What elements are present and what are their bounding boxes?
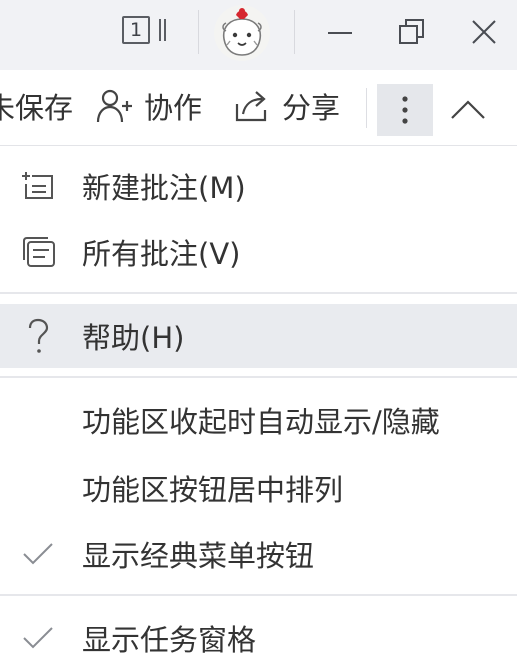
menu-item-all-comments[interactable]: 所有批注(V): [0, 220, 517, 284]
minimize-icon[interactable]: [318, 10, 362, 54]
menu-divider: [0, 292, 517, 294]
save-status[interactable]: 未保存: [0, 84, 73, 128]
document-count-badge: 1: [122, 16, 150, 44]
menu-item-label: 功能区收起时自动显示/隐藏: [82, 405, 440, 439]
menu-divider: [0, 376, 517, 378]
restore-icon[interactable]: [390, 10, 434, 54]
menu-item-label: 显示经典菜单按钮: [82, 539, 315, 573]
share-icon: [235, 91, 267, 122]
collaborate-button[interactable]: 协作: [96, 84, 202, 128]
check-icon: [12, 528, 64, 580]
menu-item-label: 帮助(H): [82, 321, 185, 355]
more-options-button[interactable]: [377, 84, 433, 136]
user-avatar[interactable]: [214, 5, 270, 61]
menu-item-center-buttons[interactable]: 功能区按钮居中排列: [0, 456, 517, 520]
toolbar: 未保存 协作 分享: [0, 70, 517, 146]
menu-item-classic-menu[interactable]: 显示经典菜单按钮: [0, 522, 517, 586]
close-icon[interactable]: [462, 10, 506, 54]
collapse-ribbon-button[interactable]: [440, 84, 496, 136]
menu-item-label: 功能区按钮居中排列: [82, 473, 344, 507]
all-comments-icon: [12, 226, 64, 278]
chevron-up-icon: [451, 100, 485, 119]
save-status-label: 未保存: [0, 91, 74, 125]
share-label: 分享: [282, 91, 341, 125]
menu-divider: [0, 594, 517, 596]
toolbar-divider: [366, 88, 367, 128]
menu-item-auto-show-hide[interactable]: 功能区收起时自动显示/隐藏: [0, 388, 517, 452]
menu-item-help[interactable]: 帮助(H): [0, 304, 517, 368]
menu-item-label: 新建批注(M): [82, 171, 246, 205]
title-bar: 1: [0, 0, 517, 70]
more-vertical-icon: [402, 96, 408, 124]
menu-item-label: 所有批注(V): [82, 237, 241, 271]
menu-item-label: 显示任务窗格: [82, 623, 257, 657]
help-icon: [12, 310, 64, 362]
document-count: 1: [129, 18, 143, 41]
share-button[interactable]: 分享: [234, 84, 340, 128]
collaborate-label: 协作: [144, 91, 203, 125]
new-comment-icon: [12, 160, 64, 212]
menu-item-task-pane[interactable]: 显示任务窗格: [0, 606, 517, 670]
check-icon: [12, 612, 64, 664]
titlebar-divider: [198, 10, 199, 54]
menu-item-new-comment[interactable]: 新建批注(M): [0, 154, 517, 218]
titlebar-divider: [294, 10, 295, 54]
add-user-icon: [96, 89, 132, 123]
more-options-menu: 新建批注(M) 所有批注(V) 帮助(H) 功能区收起时自动显示/隐藏 功能区按…: [0, 146, 517, 669]
document-count-icon[interactable]: 1: [114, 8, 174, 52]
